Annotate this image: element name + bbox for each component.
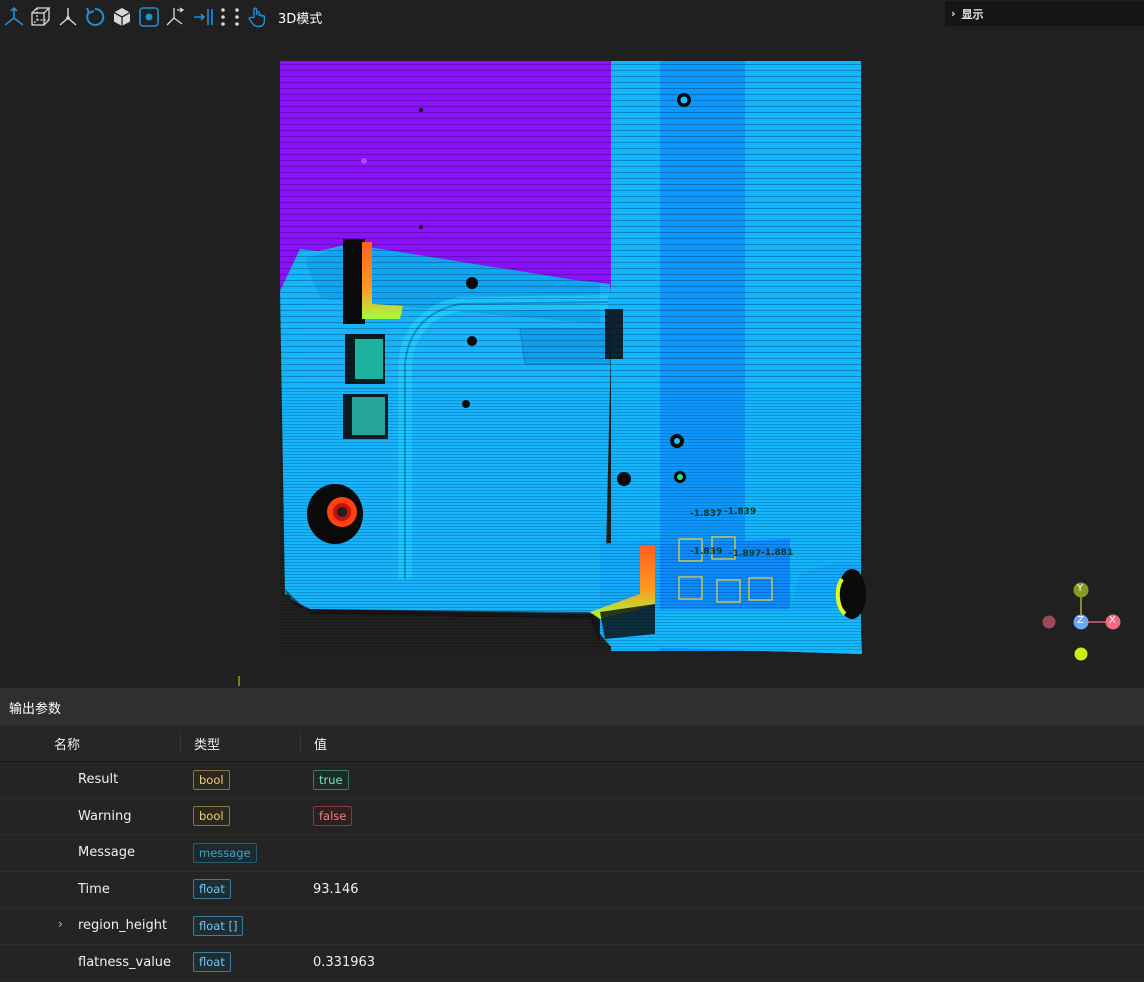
param-name: Warning xyxy=(78,808,132,824)
panel-title: 输出参数 xyxy=(0,688,1144,726)
axis-x-label: X xyxy=(1109,615,1116,626)
param-value: 93.146 xyxy=(313,881,359,897)
display-panel-header[interactable]: › 显示 xyxy=(945,1,1144,26)
table-row[interactable]: Warning bool false xyxy=(0,798,1144,835)
type-badge: bool xyxy=(193,769,230,790)
measurement-label: -1.839 xyxy=(724,507,757,517)
measurement-label: -1.881 xyxy=(761,548,794,558)
param-name: Result xyxy=(78,772,119,788)
type-badge: message xyxy=(193,842,257,863)
table-row[interactable]: Result bool true xyxy=(0,762,1144,799)
cube-wireframe-icon[interactable] xyxy=(29,6,52,29)
view-mode-label: 3D模式 xyxy=(278,11,323,27)
measurement-label: -1.839 xyxy=(690,547,723,557)
rotate-reset-icon[interactable] xyxy=(83,6,106,29)
type-badge: float xyxy=(193,952,231,973)
points-icon[interactable] xyxy=(218,6,241,29)
param-name: region_height xyxy=(78,918,168,934)
type-badge: bool xyxy=(193,806,230,827)
neg-x-axis-handle xyxy=(1042,615,1056,629)
type-badge: float [] xyxy=(193,915,244,936)
3d-viewport[interactable]: -1.837 -1.839 -1.839 -1.897 -1.881 Y X Z xyxy=(0,34,1144,686)
measurement-label: -1.897 xyxy=(729,549,762,559)
param-name: flatness_value xyxy=(78,954,172,970)
table-header: 名称 类型 值 xyxy=(0,726,1144,762)
param-name: Time xyxy=(78,881,110,897)
axes-icon[interactable] xyxy=(2,6,25,29)
expand-chevron-icon[interactable]: › xyxy=(58,917,63,931)
point-cloud-render xyxy=(238,61,1121,686)
table-row[interactable]: › region_height float [] xyxy=(0,908,1144,945)
header-type: 类型 xyxy=(180,734,300,753)
viewer-toolbar: 3D模式 xyxy=(0,0,942,34)
table-row[interactable]: Message message xyxy=(0,835,1144,872)
neg-y-axis-handle xyxy=(1074,647,1088,661)
display-panel-label: 显示 xyxy=(961,7,984,21)
pan-hand-icon[interactable] xyxy=(245,6,268,29)
value-badge: false xyxy=(313,806,353,827)
axis-z-label: Z xyxy=(1077,615,1084,626)
measurement-label: -1.837 xyxy=(690,509,723,519)
chevron-right-icon: › xyxy=(951,7,956,20)
value-badge: true xyxy=(313,769,349,790)
axes-3d-icon[interactable] xyxy=(56,6,79,29)
table-row[interactable]: flatness_value float 0.331963 xyxy=(0,944,1144,981)
table-row[interactable]: Time float 93.146 xyxy=(0,871,1144,908)
param-name: Message xyxy=(78,845,135,861)
axis-y-label: Y xyxy=(1077,583,1084,594)
header-value: 值 xyxy=(300,734,327,753)
header-name: 名称 xyxy=(54,738,81,753)
measure-axis-icon[interactable] xyxy=(164,6,187,29)
align-icon[interactable] xyxy=(191,6,214,29)
fit-view-icon[interactable] xyxy=(137,6,160,29)
param-value: 0.331963 xyxy=(313,954,376,970)
type-badge: float xyxy=(193,879,231,900)
solid-cube-icon[interactable] xyxy=(110,6,133,29)
output-params-panel: 输出参数 名称 类型 值 Result bool true Warning bo… xyxy=(0,688,1144,982)
